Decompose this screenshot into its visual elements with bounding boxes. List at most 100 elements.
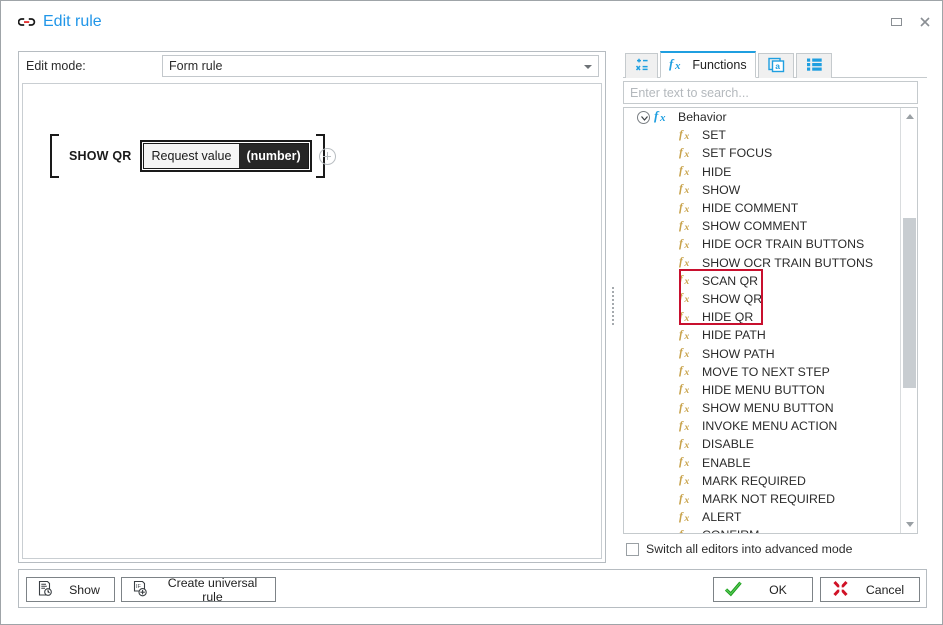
tree-item[interactable]: f x HIDE [624,163,901,181]
tab-attributes[interactable]: a [758,53,794,78]
svg-text:f: f [679,147,684,159]
svg-text:f: f [679,347,684,359]
functions-tree[interactable]: f x Behavior f x SET f x SET FOCUS f x HIDE f x SHO… [623,107,918,534]
svg-text:x: x [683,440,689,450]
tree-item[interactable]: f x HIDE OCR TRAIN BUTTONS [624,235,901,253]
search-box[interactable] [623,81,918,104]
document-refresh-icon [37,580,54,600]
show-button[interactable]: Show [26,577,115,602]
functions-panel: f x Functions a Enter text to search... … [623,51,927,563]
tree-item[interactable]: f x ALERT [624,508,901,526]
tree-item-label: SET [702,128,726,143]
rule-parameter-type: (number) [239,144,308,168]
svg-text:x: x [683,203,689,213]
tree-item[interactable]: fx CONFIRM [624,526,901,533]
plus-circle-icon[interactable] [319,148,336,165]
fx-icon: fx [679,145,695,162]
cancel-button-label: Cancel [865,582,905,597]
fx-icon: fx [679,127,695,144]
scroll-up-button[interactable] [901,108,917,125]
tree-item[interactable]: f x ENABLE [624,454,901,472]
rule-parameter[interactable]: Request value (number) [139,140,312,172]
fx-icon: fx [679,436,695,453]
fx-icon: fx [679,418,695,435]
svg-text:f: f [679,493,684,505]
tree-root-behavior[interactable]: f x Behavior [624,108,901,126]
rule-parameter-inner: Request value (number) [142,143,309,169]
svg-text:x: x [683,367,689,377]
tree-item[interactable]: f x HIDE QR [624,308,901,326]
tree-item-label: MOVE TO NEXT STEP [702,364,830,379]
edit-mode-select[interactable]: Form rule [162,55,599,77]
rule-statement[interactable]: SHOW QR Request value (number) [50,134,325,178]
fx-icon: fx [679,181,695,198]
search-input[interactable] [624,82,917,103]
window-controls [890,15,932,29]
tree-item[interactable]: f x HIDE COMMENT [624,199,901,217]
rule-canvas[interactable]: SHOW QR Request value (number) [22,83,602,559]
scrollbar-thumb[interactable] [903,218,916,388]
tree-item[interactable]: f x DISABLE [624,435,901,453]
tree-item[interactable]: f x SET FOCUS [624,144,901,162]
collapse-toggle-icon[interactable] [637,110,650,124]
tree-item-label: HIDE MENU BUTTON [702,382,825,397]
maximize-icon[interactable] [890,15,904,29]
show-button-label: Show [69,582,100,597]
svg-text:f: f [679,274,684,286]
rule-parameter-label: Request value [143,144,240,168]
svg-text:x: x [683,385,689,395]
edit-mode-label: Edit mode: [26,59,86,73]
tree-item[interactable]: f x HIDE MENU BUTTON [624,381,901,399]
svg-text:f: f [679,511,684,523]
fx-icon: fx [679,200,695,217]
tree-scrollbar[interactable] [900,108,917,533]
tree-item[interactable]: f x SET [624,126,901,144]
tree-item-label: ENABLE [702,455,751,470]
tree-item[interactable]: f x SHOW OCR TRAIN BUTTONS [624,254,901,272]
tree-item[interactable]: f x SHOW QR [624,290,901,308]
tree-item[interactable]: f x INVOKE MENU ACTION [624,417,901,435]
svg-text:f: f [679,329,684,341]
fx-icon: fx [679,509,695,526]
ok-button-label: OK [769,582,787,597]
create-universal-rule-button[interactable]: IF Create universal rule [121,576,276,604]
cancel-button[interactable]: Cancel [820,577,920,602]
fx-icon: fx [679,381,695,398]
close-icon[interactable] [918,15,932,29]
svg-text:f: f [679,383,684,395]
functions-tree-scrollarea: f x Behavior f x SET f x SET FOCUS f x HIDE f x SHO… [624,108,901,533]
svg-text:x: x [683,458,689,468]
svg-text:x: x [683,131,689,141]
tab-functions-label: Functions [692,58,747,72]
tab-variables[interactable] [625,53,658,78]
tree-item[interactable]: f x SHOW MENU BUTTON [624,399,901,417]
svg-text:f: f [679,365,684,377]
fx-icon: fx [679,236,695,253]
tree-item[interactable]: f x SHOW PATH [624,344,901,362]
fx-icon: fx [679,272,695,289]
svg-text:f: f [679,183,684,195]
ok-button[interactable]: OK [713,577,813,602]
tree-item-label: SET FOCUS [702,146,773,161]
fx-icon: fx [679,400,695,417]
tree-item[interactable]: f x MOVE TO NEXT STEP [624,363,901,381]
tab-strip: f x Functions a [623,51,927,78]
red-cross-icon [831,580,850,600]
svg-text:f: f [679,256,684,268]
panel-splitter[interactable] [608,51,618,563]
chevron-down-icon [584,65,592,69]
advanced-mode-row[interactable]: Switch all editors into advanced mode [626,542,852,556]
tree-item[interactable]: f x SCAN QR [624,272,901,290]
tree-item[interactable]: f x SHOW [624,181,901,199]
advanced-mode-checkbox[interactable] [626,542,639,556]
svg-text:f: f [679,311,684,323]
tree-item[interactable]: f x HIDE PATH [624,326,901,344]
tree-item[interactable]: f x MARK NOT REQUIRED [624,490,901,508]
tab-lists[interactable] [796,53,832,78]
svg-text:f: f [679,456,684,468]
tree-item-label: CONFIRM [702,526,759,533]
tree-item[interactable]: f x SHOW COMMENT [624,217,901,235]
scroll-down-button[interactable] [901,516,917,533]
tree-item[interactable]: f x MARK REQUIRED [624,472,901,490]
tab-functions[interactable]: f x Functions [660,51,756,78]
